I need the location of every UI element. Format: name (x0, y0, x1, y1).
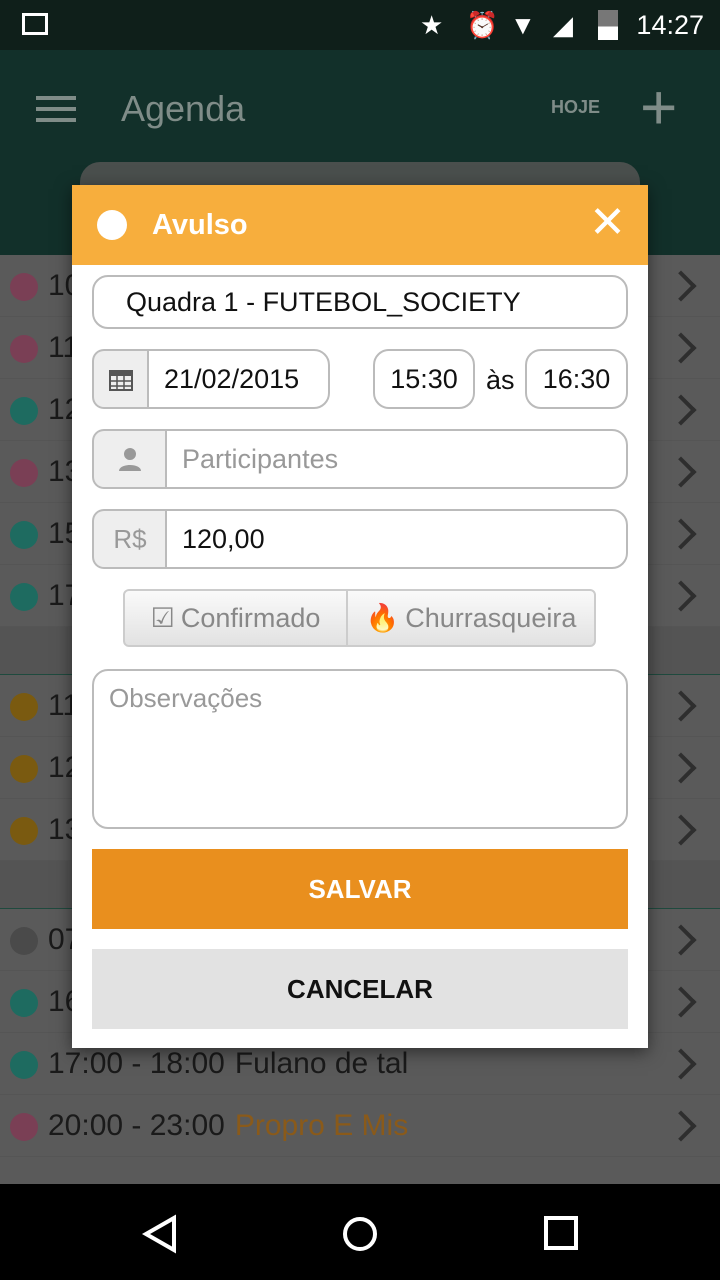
chevron-right-icon (665, 580, 697, 612)
wifi-icon: ▼ (510, 10, 536, 40)
list-item-name: Propro E Mis (234, 1109, 409, 1142)
nav-bar (0, 1184, 720, 1280)
signal-icon: ◢ (553, 10, 573, 40)
list-item-time: 17:00 - 18:00 (48, 1047, 225, 1080)
person-icon (92, 429, 166, 489)
alarm-icon: ⏰ (466, 10, 499, 40)
list-item[interactable]: 20:00 - 23:00 Propro E Mis (0, 1095, 720, 1157)
chevron-right-icon (665, 1048, 697, 1080)
close-icon[interactable]: ✕ (589, 201, 626, 245)
list-item-time: 20:00 - 23:00 (48, 1109, 225, 1142)
chevron-right-icon (665, 332, 697, 364)
chevron-right-icon (665, 394, 697, 426)
chevron-right-icon (665, 456, 697, 488)
chevron-right-icon (665, 986, 697, 1018)
date-field[interactable]: 21/02/2015 (147, 349, 330, 409)
back-icon[interactable] (140, 1214, 180, 1254)
home-icon[interactable] (340, 1214, 380, 1254)
status-dot-icon (10, 817, 38, 845)
chevron-right-icon (665, 814, 697, 846)
participants-input[interactable]: Participantes (165, 429, 628, 489)
grill-toggle[interactable]: 🔥 Churrasqueira (346, 589, 596, 647)
court-select[interactable]: Quadra 1 - FUTEBOL_SOCIETY (92, 275, 628, 329)
plus-icon[interactable]: + (640, 70, 677, 144)
chevron-right-icon (665, 690, 697, 722)
star-icon: ★ (420, 10, 444, 40)
chevron-right-icon (665, 1110, 697, 1142)
date-value: 21/02/2015 (164, 363, 300, 394)
flame-icon: 🔥 (365, 603, 400, 633)
chevron-right-icon (665, 924, 697, 956)
grill-label: Churrasqueira (405, 602, 577, 633)
chevron-right-icon (665, 270, 697, 302)
status-dot-icon (10, 397, 38, 425)
status-dot-icon (10, 1051, 38, 1079)
confirmed-label: Confirmado (180, 602, 321, 633)
notes-placeholder: Observações (109, 683, 263, 713)
dialog-header: Avulso ✕ (72, 185, 648, 265)
price-value: 120,00 (182, 523, 265, 554)
calendar-icon[interactable] (92, 349, 148, 409)
start-time-field[interactable]: 15:30 (373, 349, 475, 409)
between-label: às (486, 365, 515, 395)
save-button[interactable]: SALVAR (92, 849, 628, 929)
end-time-value: 16:30 (542, 363, 611, 394)
list-item-text: 20:00 - 23:00 Propro E Mis (48, 1109, 408, 1143)
start-time-value: 15:30 (390, 363, 458, 394)
chevron-right-icon (665, 518, 697, 550)
hamburger-icon[interactable] (36, 96, 76, 122)
chevron-right-icon (665, 752, 697, 784)
confirmed-toggle[interactable]: ☑ Confirmado (123, 589, 348, 647)
cancel-button[interactable]: CANCELAR (92, 949, 628, 1029)
end-time-field[interactable]: 16:30 (525, 349, 628, 409)
status-dot-icon (10, 459, 38, 487)
status-dot-icon (10, 927, 38, 955)
status-dot-icon (10, 693, 38, 721)
status-dot-icon (10, 583, 38, 611)
booking-dialog: Avulso ✕ Quadra 1 - FUTEBOL_SOCIETY 21/0… (72, 185, 648, 1048)
today-button[interactable]: HOJE (551, 97, 600, 118)
currency-label: R$ (113, 523, 147, 554)
recents-icon[interactable] (542, 1214, 582, 1254)
status-dot-icon (10, 1113, 38, 1141)
status-dot-icon (10, 989, 38, 1017)
status-dot-icon (10, 521, 38, 549)
status-dot-icon (10, 335, 38, 363)
checkbox-icon: ☑ (150, 602, 175, 633)
status-dot-icon (10, 273, 38, 301)
status-dot-icon (10, 755, 38, 783)
page-title: Agenda (121, 88, 246, 129)
status-circle-icon (97, 210, 127, 240)
clock: 14:27 (636, 10, 704, 40)
list-item-name: Fulano de tal (234, 1047, 409, 1080)
list-item-text: 17:00 - 18:00 Fulano de tal (48, 1047, 408, 1081)
court-value: Quadra 1 - FUTEBOL_SOCIETY (126, 286, 521, 317)
battery-icon (598, 10, 618, 40)
notes-textarea[interactable]: Observações (92, 669, 628, 829)
participants-placeholder: Participantes (182, 443, 339, 474)
image-icon (22, 13, 48, 35)
price-input[interactable]: 120,00 (165, 509, 628, 569)
status-bar: ★ ⏰ ▼ ◢ 14:27 (0, 0, 720, 50)
dialog-title: Avulso (152, 209, 248, 241)
currency-addon: R$ (92, 509, 166, 569)
